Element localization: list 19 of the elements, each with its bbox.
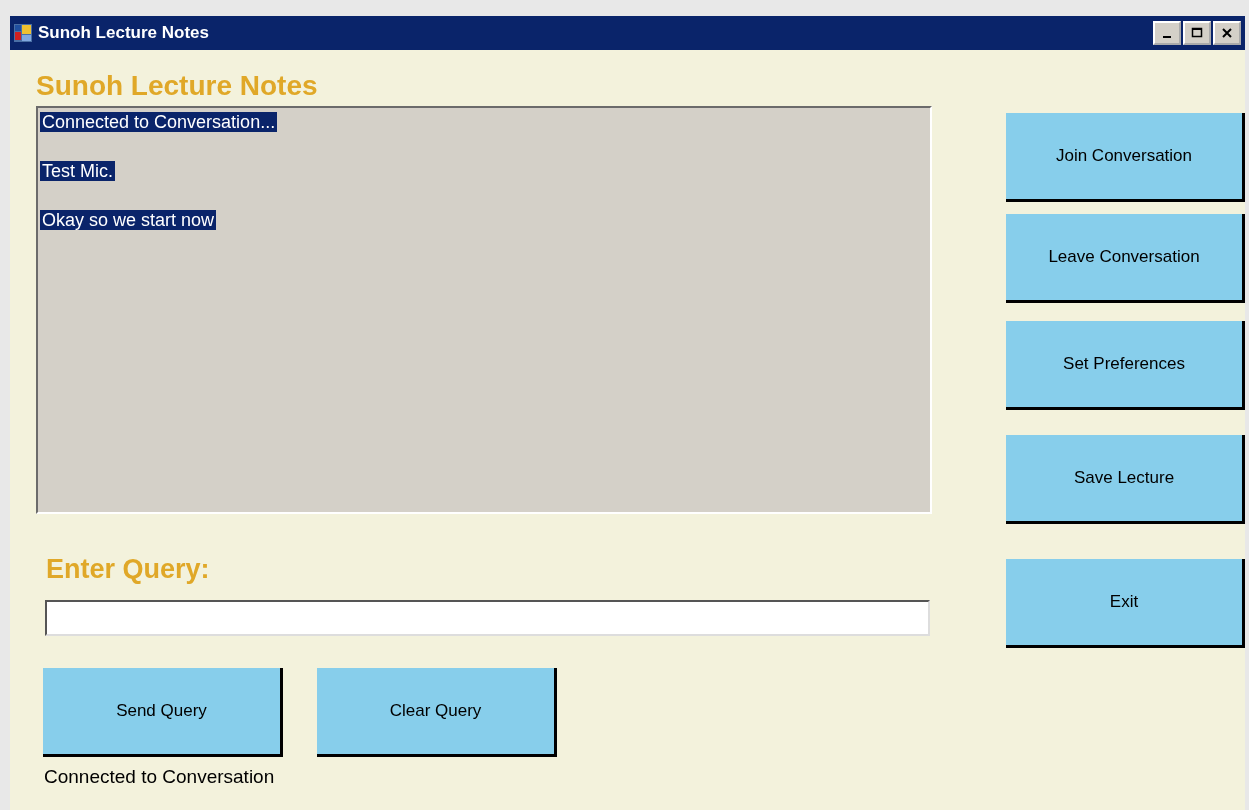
- app-icon: [14, 24, 32, 42]
- action-button[interactable]: Set Preferences: [1006, 321, 1245, 410]
- status-text: Connected to Conversation: [44, 766, 276, 788]
- query-button[interactable]: Send Query: [43, 668, 283, 757]
- close-icon: [1221, 27, 1233, 39]
- maximize-button[interactable]: [1183, 21, 1211, 45]
- maximize-icon: [1191, 27, 1203, 39]
- action-button[interactable]: Save Lecture: [1006, 435, 1245, 524]
- query-label: Enter Query:: [46, 554, 211, 586]
- app-heading: Sunoh Lecture Notes: [36, 70, 319, 103]
- window-title: Sunoh Lecture Notes: [38, 23, 210, 43]
- minimize-icon: [1163, 36, 1171, 38]
- close-button[interactable]: [1213, 21, 1241, 45]
- action-button[interactable]: Exit: [1006, 559, 1245, 648]
- action-button[interactable]: Leave Conversation: [1006, 214, 1245, 303]
- minimize-button[interactable]: [1153, 21, 1181, 45]
- query-field[interactable]: [45, 600, 930, 636]
- query-button[interactable]: Clear Query: [317, 668, 557, 757]
- action-button[interactable]: Join Conversation: [1006, 113, 1245, 202]
